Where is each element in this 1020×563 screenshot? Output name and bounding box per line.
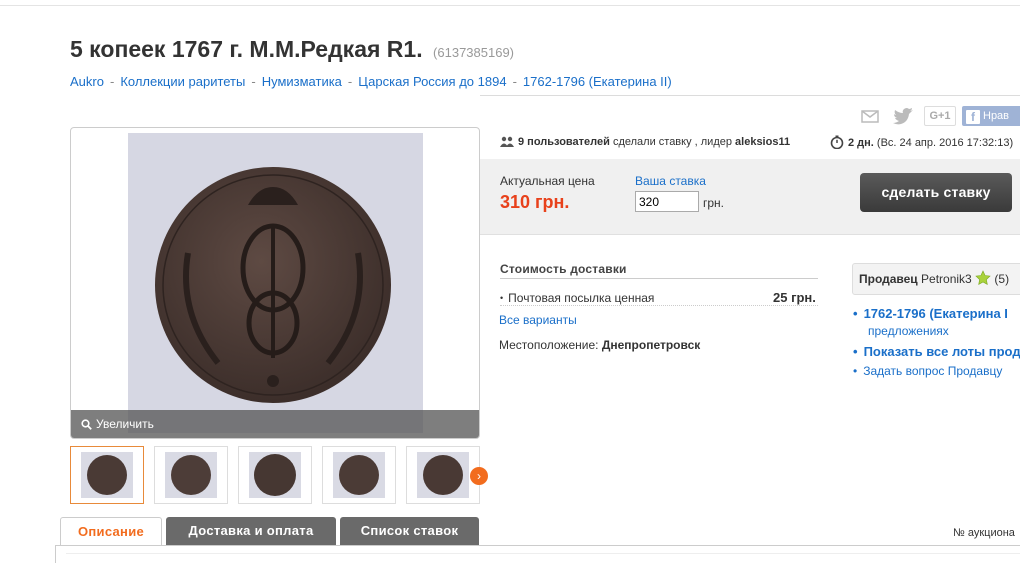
delivery-method-label: Почтовая посылка ценная (508, 291, 655, 305)
place-bid-button[interactable]: сделать ставку (860, 173, 1012, 212)
breadcrumb-aukro[interactable]: Aukro (70, 74, 104, 89)
facebook-icon: f (966, 110, 980, 124)
page-title-row: 5 копеек 1767 г. М.М.Редкая R1. (6137385… (70, 36, 514, 63)
all-delivery-variants-link[interactable]: Все варианты (499, 313, 577, 327)
delivery-price: 25 грн. (773, 290, 816, 305)
coin-photo (128, 133, 423, 433)
auction-number-label: № аукциона (953, 527, 1015, 539)
tab-content (66, 553, 1020, 563)
lot-id: (6137385169) (433, 45, 515, 60)
twitter-share-icon[interactable] (893, 106, 915, 126)
time-left: 2 дн. (Вс. 24 апр. 2016 17:32:13) (830, 135, 1014, 150)
thumbnail-5[interactable] (406, 446, 480, 504)
location-label: Местоположение: (499, 338, 599, 352)
breadcrumb-numismatics[interactable]: Нумизматика (262, 74, 342, 89)
bullet-dot: • (500, 293, 504, 303)
seller-category-label: 1762-1796 (Екатерина I (863, 306, 1008, 321)
bid-amount-input[interactable] (635, 191, 699, 212)
seller-label: Продавец (859, 272, 918, 286)
current-price-label: Актуальная цена (500, 174, 595, 188)
bids-text: сделали ставку , лидер (609, 136, 736, 148)
twitter-icon (893, 108, 913, 125)
tab-divider (55, 545, 1020, 546)
price-panel: Актуальная цена 310 грн. Ваша ставка грн… (480, 159, 1020, 235)
facebook-like-button[interactable]: f Нрав (962, 106, 1020, 126)
ask-seller-label: Задать вопрос Продавцу (863, 364, 1003, 378)
bids-info: 9 пользователей сделали ставку , лидер a… (500, 136, 790, 148)
breadcrumb-collections[interactable]: Коллекции раритеты (120, 74, 245, 89)
leader-name[interactable]: aleksios11 (735, 136, 790, 148)
breadcrumb: Aukro - Коллекции раритеты - Нумизматика - Цар… (70, 74, 672, 89)
time-left-value: 2 дн. (848, 137, 874, 149)
magnifier-icon (81, 419, 92, 430)
bullet-dot: • (853, 364, 858, 378)
thumbnail-image (165, 452, 217, 498)
page-title: 5 копеек 1767 г. М.М.Редкая R1. (70, 36, 423, 62)
coin-thumb-icon (87, 455, 127, 495)
coin-image (155, 167, 391, 403)
delivery-title: Стоимость доставки (500, 262, 627, 276)
main-image[interactable]: Увеличить (70, 127, 480, 439)
thumbnail-image (81, 452, 133, 498)
current-price: 310 грн. (500, 192, 570, 212)
gplus-button[interactable]: G+1 (924, 106, 956, 126)
breadcrumb-separator: - (512, 74, 517, 89)
location: Местоположение: Днепропетровск (499, 338, 700, 352)
tab-panel-edge (55, 545, 56, 563)
seller-name[interactable]: Petronik3 (921, 272, 972, 286)
delivery-divider (500, 278, 818, 279)
thumbnail-2[interactable] (154, 446, 228, 504)
show-all-lots-label: Показать все лоты прод (863, 344, 1020, 359)
delivery-dotted-line (500, 305, 818, 306)
ask-seller-link[interactable]: • Задать вопрос Продавцу (853, 364, 1002, 378)
divider (480, 95, 1020, 96)
breadcrumb-separator: - (109, 74, 115, 89)
coin-thumb-icon (339, 455, 379, 495)
breadcrumb-catherine[interactable]: 1762-1796 (Екатерина II) (523, 74, 672, 89)
bidders-count: 9 пользователей (518, 136, 610, 148)
zoom-button[interactable]: Увеличить (71, 410, 479, 438)
coin-thumb-icon (254, 454, 296, 496)
bullet-dot: • (853, 344, 858, 359)
breadcrumb-separator: - (251, 74, 256, 89)
coin-thumb-icon (423, 455, 463, 495)
tab-bid-list[interactable]: Список ставок (340, 517, 479, 545)
top-bar (0, 0, 1020, 6)
thumbnail-image (333, 452, 385, 498)
location-value: Днепропетровск (601, 338, 701, 352)
delivery-method: • Почтовая посылка ценная (500, 291, 654, 305)
tab-description[interactable]: Описание (60, 517, 162, 546)
bid-currency: грн. (703, 196, 725, 210)
breadcrumb-tsarist-russia[interactable]: Царская Россия до 1894 (358, 74, 506, 89)
seller-box: Продавец Petronik3 (5) (852, 263, 1020, 295)
seller-rating: (5) (994, 272, 1010, 286)
zoom-label: Увеличить (96, 417, 154, 431)
star-icon (975, 270, 991, 285)
facebook-like-label: Нрав (983, 110, 1010, 122)
clock-icon (830, 135, 844, 150)
thumbnail-image (249, 452, 301, 498)
thumbnail-1[interactable] (70, 446, 144, 504)
thumbnail-image (417, 452, 469, 498)
thumbnail-4[interactable] (322, 446, 396, 504)
your-bid-label[interactable]: Ваша ставка (635, 174, 706, 188)
envelope-icon (861, 110, 879, 123)
coin-thumb-icon (171, 455, 211, 495)
users-icon (500, 136, 514, 147)
tab-delivery-payment[interactable]: Доставка и оплата (166, 517, 336, 545)
bullet-dot: • (853, 306, 858, 321)
breadcrumb-separator: - (347, 74, 353, 89)
thumbnail-3[interactable] (238, 446, 312, 504)
seller-category-link[interactable]: • 1762-1796 (Екатерина I (853, 306, 1008, 321)
seller-offers-link[interactable]: предложениях (868, 324, 949, 338)
thumbnail-next-button[interactable]: › (470, 467, 488, 485)
email-share-icon[interactable] (860, 106, 880, 126)
end-date: (Вс. 24 апр. 2016 17:32:13) (873, 137, 1014, 149)
show-all-lots-link[interactable]: • Показать все лоты прод (853, 344, 1020, 359)
